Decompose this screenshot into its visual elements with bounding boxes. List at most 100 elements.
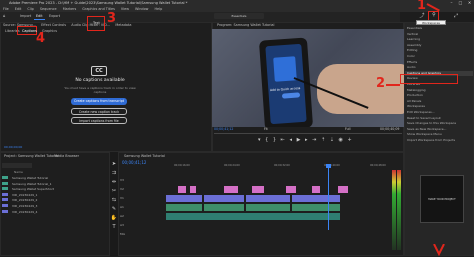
thumbnail-label: MAKE YOUR PROJECT xyxy=(428,198,456,201)
add-button-icon[interactable]: + xyxy=(348,137,352,143)
step-back-icon[interactable]: ◂ xyxy=(289,137,292,143)
program-duration: 00;00;40;09 xyxy=(380,127,400,131)
type-tool-icon[interactable]: T xyxy=(110,223,118,232)
timeline-clip[interactable] xyxy=(286,186,296,193)
program-scrubber[interactable] xyxy=(214,133,402,134)
track-header-v2[interactable]: V2 xyxy=(120,185,160,194)
project-item[interactable]: VID_20230429_4 xyxy=(2,209,108,216)
workspaces-list: Essentials Vertical Learning Assembly Ed… xyxy=(405,26,473,143)
tab-text[interactable]: Text xyxy=(91,20,102,26)
workspace-item-import-from-projects[interactable]: Import Workspace from Projects xyxy=(405,138,473,144)
track-header-v3[interactable]: V3 xyxy=(120,176,160,185)
audio-clip[interactable] xyxy=(246,204,290,211)
hand-image xyxy=(317,64,404,114)
tab-sequence[interactable]: Samsung Wallet Tutorial xyxy=(122,153,167,159)
export-frame-icon[interactable]: ◉ xyxy=(339,137,343,143)
quick-export-icon[interactable]: ⤴ xyxy=(418,13,426,20)
project-search-input[interactable] xyxy=(2,163,32,168)
tab-export[interactable]: Export xyxy=(47,13,62,19)
audio-clip[interactable] xyxy=(166,204,202,211)
tab-edit[interactable]: Edit xyxy=(34,13,45,20)
timeline-clip[interactable] xyxy=(246,195,290,202)
timeline-timecode: 00;00;41;12 xyxy=(122,160,147,165)
home-icon[interactable]: ⌂ xyxy=(3,13,9,19)
workspaces-tooltip: Workspaces xyxy=(416,20,446,25)
track-header-v1[interactable]: V1 xyxy=(120,194,160,203)
workspaces-icon[interactable]: ⚲ xyxy=(430,12,438,19)
tab-metadata[interactable]: Metadata xyxy=(113,22,133,28)
mark-in-icon[interactable]: { xyxy=(265,137,268,143)
track-select-icon[interactable]: ⇉ xyxy=(110,169,118,178)
create-captions-from-transcript-button[interactable]: Create captions from transcript xyxy=(71,98,127,105)
track-headers: V3 V2 V1 A1 A2 A3 Mix xyxy=(120,176,160,239)
menu-edit[interactable]: Edit xyxy=(15,7,22,11)
clip-icon xyxy=(2,203,8,207)
track-header-a3[interactable]: A3 xyxy=(120,221,160,230)
cc-icon: CC xyxy=(91,66,107,76)
timeline-clip[interactable] xyxy=(292,195,340,202)
go-to-in-icon[interactable]: ⇤ xyxy=(281,137,285,143)
menu-sequence[interactable]: Sequence xyxy=(40,7,57,11)
menu-file[interactable]: File xyxy=(3,7,9,11)
audio-meter xyxy=(397,170,401,250)
annotation-2: 2 xyxy=(376,76,386,91)
play-icon[interactable]: ▶ xyxy=(297,137,301,143)
hand-tool-icon[interactable]: ✋ xyxy=(110,214,118,223)
annotation-4: 4 xyxy=(36,31,46,46)
step-forward-icon[interactable]: ▸ xyxy=(305,137,308,143)
annotation-arrow-1-down xyxy=(432,243,446,257)
captions-graphics-highlight xyxy=(400,74,458,84)
extract-icon[interactable]: ⇣ xyxy=(330,137,334,143)
sequence-icon xyxy=(2,181,8,185)
timeline-clip[interactable] xyxy=(224,186,238,193)
timeline-clip[interactable] xyxy=(312,186,320,193)
selection-tool-icon[interactable]: ➤ xyxy=(110,160,118,169)
sequence-icon xyxy=(2,187,8,191)
menu-clip[interactable]: Clip xyxy=(27,7,33,11)
timeline-ruler[interactable]: 00;00;16;00 00;00;24;00 00;00;32;00 00;0… xyxy=(160,164,402,170)
fit-dropdown[interactable]: Fit xyxy=(264,127,268,131)
timeline-clip[interactable] xyxy=(178,186,186,193)
mark-out-icon[interactable]: } xyxy=(273,137,276,143)
annotation-1: 1 xyxy=(417,0,427,13)
audio-clip[interactable] xyxy=(204,204,244,211)
tab-media-browser[interactable]: Media Browser xyxy=(52,153,81,159)
audio-clip[interactable] xyxy=(166,213,340,220)
menu-window[interactable]: Window xyxy=(135,7,148,11)
audio-meter xyxy=(392,170,396,250)
razor-tool-icon[interactable]: ✂ xyxy=(110,187,118,196)
ripple-edit-icon[interactable]: ⇹ xyxy=(110,178,118,187)
track-header-a1[interactable]: A1 xyxy=(120,203,160,212)
timeline-clip[interactable] xyxy=(338,186,348,193)
menu-help[interactable]: Help xyxy=(155,7,163,11)
audio-clip[interactable] xyxy=(292,204,340,211)
pen-tool-icon[interactable]: ✎ xyxy=(110,205,118,214)
tools-panel: ➤ ⇉ ⇹ ✂ ⇆ ✎ ✋ T xyxy=(110,152,118,256)
transport-controls: ▾ { } ⇤ ◂ ▶ ▸ ⇥ ⇡ ⇣ ◉ + xyxy=(258,137,368,143)
go-to-out-icon[interactable]: ⇥ xyxy=(312,137,316,143)
track-header-mix[interactable]: Mix xyxy=(120,230,160,239)
timeline-clip[interactable] xyxy=(252,186,264,193)
menu-markers[interactable]: Markers xyxy=(63,7,77,11)
clip-icon xyxy=(2,192,8,196)
lift-icon[interactable]: ⇡ xyxy=(321,137,325,143)
playhead[interactable] xyxy=(328,164,329,230)
timeline-clip[interactable] xyxy=(166,195,202,202)
program-timecode: 00;00;41;12 xyxy=(214,127,234,131)
timeline-clip[interactable] xyxy=(204,195,244,202)
no-captions-description: You must have a captions track in order … xyxy=(64,86,136,94)
resolution-dropdown[interactable]: Full xyxy=(345,127,350,131)
fullscreen-icon[interactable]: ⤢ xyxy=(452,13,460,20)
tab-import[interactable]: Import xyxy=(18,13,33,19)
playhead-handle[interactable] xyxy=(326,164,331,168)
annotation-3: 3 xyxy=(107,11,117,26)
menu-view[interactable]: View xyxy=(121,7,129,11)
no-captions-heading: No captions available xyxy=(75,78,125,83)
add-marker-icon[interactable]: ▾ xyxy=(258,137,261,143)
program-monitor-tab[interactable]: Program: Samsung Wallet Tutorial xyxy=(215,22,276,28)
import-captions-button[interactable]: Import captions from file xyxy=(71,117,127,124)
timeline-clip[interactable] xyxy=(190,186,196,193)
track-header-a2[interactable]: A2 xyxy=(120,212,160,221)
slip-tool-icon[interactable]: ⇆ xyxy=(110,196,118,205)
create-new-caption-track-button[interactable]: Create new caption track xyxy=(71,108,127,115)
